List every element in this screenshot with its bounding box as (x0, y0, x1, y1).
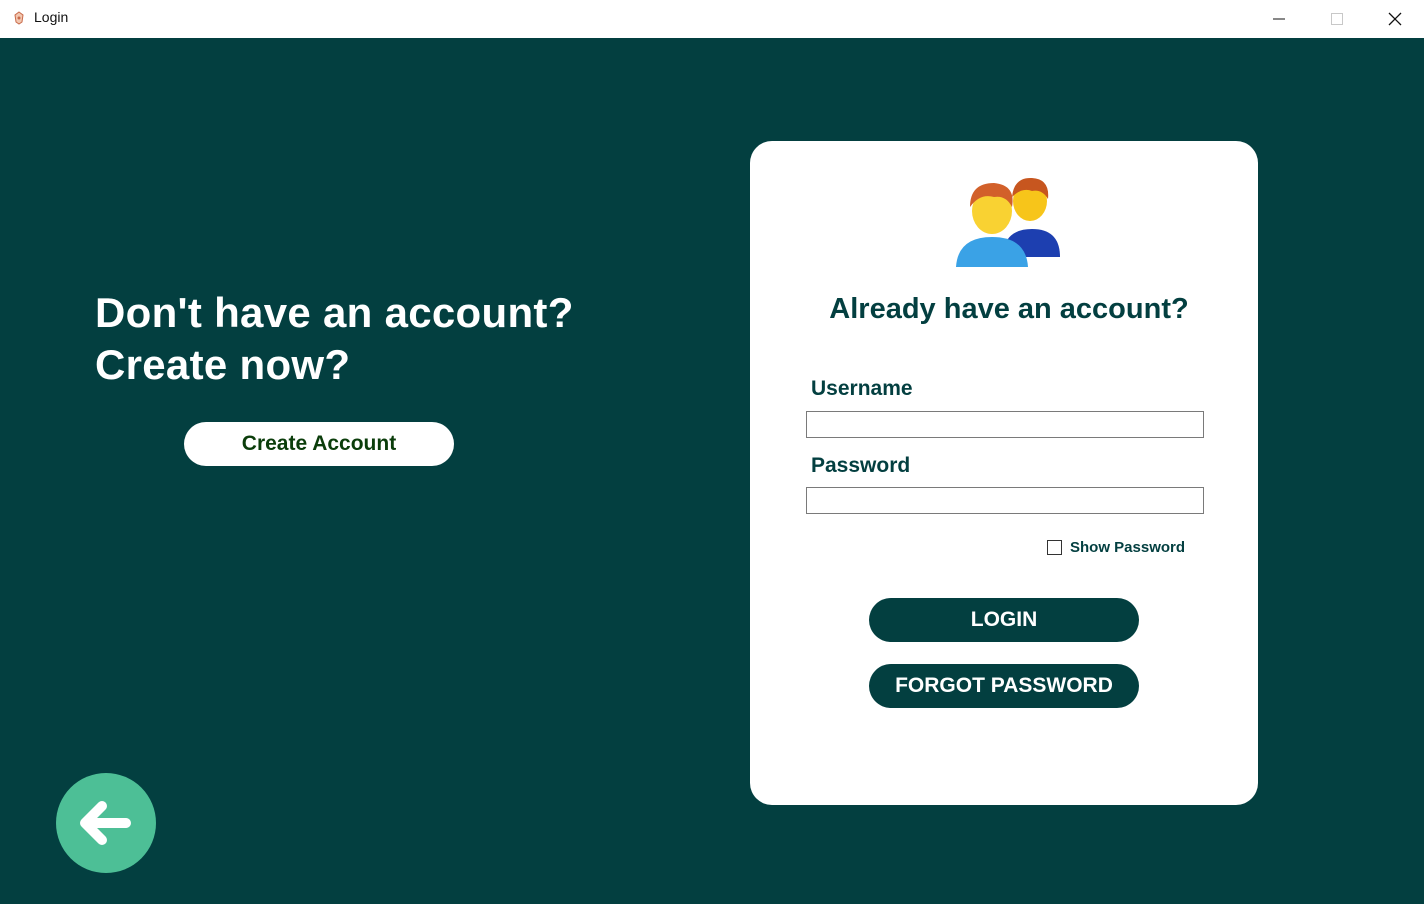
close-icon (1388, 12, 1402, 26)
show-password-toggle[interactable]: Show Password (1047, 539, 1185, 556)
close-button[interactable] (1366, 0, 1424, 38)
password-input[interactable] (806, 487, 1204, 514)
users-icon (956, 177, 1060, 267)
signup-prompt-line2: Create now? (95, 341, 351, 388)
main-area: Don't have an account? Create now? Creat… (0, 38, 1424, 904)
create-account-button[interactable]: Create Account (184, 422, 454, 466)
login-card-title: Already have an account? (829, 293, 1189, 325)
login-card: Already have an account? Username Passwo… (750, 141, 1258, 805)
app-logo-icon (14, 11, 24, 25)
show-password-checkbox[interactable] (1047, 540, 1062, 555)
username-input[interactable] (806, 411, 1204, 438)
username-label: Username (811, 377, 913, 400)
maximize-button[interactable] (1308, 0, 1366, 38)
signup-prompt-line1: Don't have an account? (95, 289, 574, 336)
arrow-left-icon (80, 801, 131, 845)
forgot-password-button[interactable]: FORGOT PASSWORD (869, 664, 1139, 708)
signup-prompt-heading: Don't have an account? Create now? (95, 287, 574, 391)
login-button[interactable]: LOGIN (869, 598, 1139, 642)
minimize-button[interactable] (1250, 0, 1308, 38)
back-button[interactable] (56, 773, 156, 873)
password-label: Password (811, 454, 911, 477)
window-title: Login (34, 9, 69, 25)
maximize-icon (1331, 13, 1343, 25)
title-bar: Login (0, 0, 1424, 39)
minimize-icon (1273, 18, 1285, 20)
show-password-label[interactable]: Show Password (1070, 539, 1185, 556)
